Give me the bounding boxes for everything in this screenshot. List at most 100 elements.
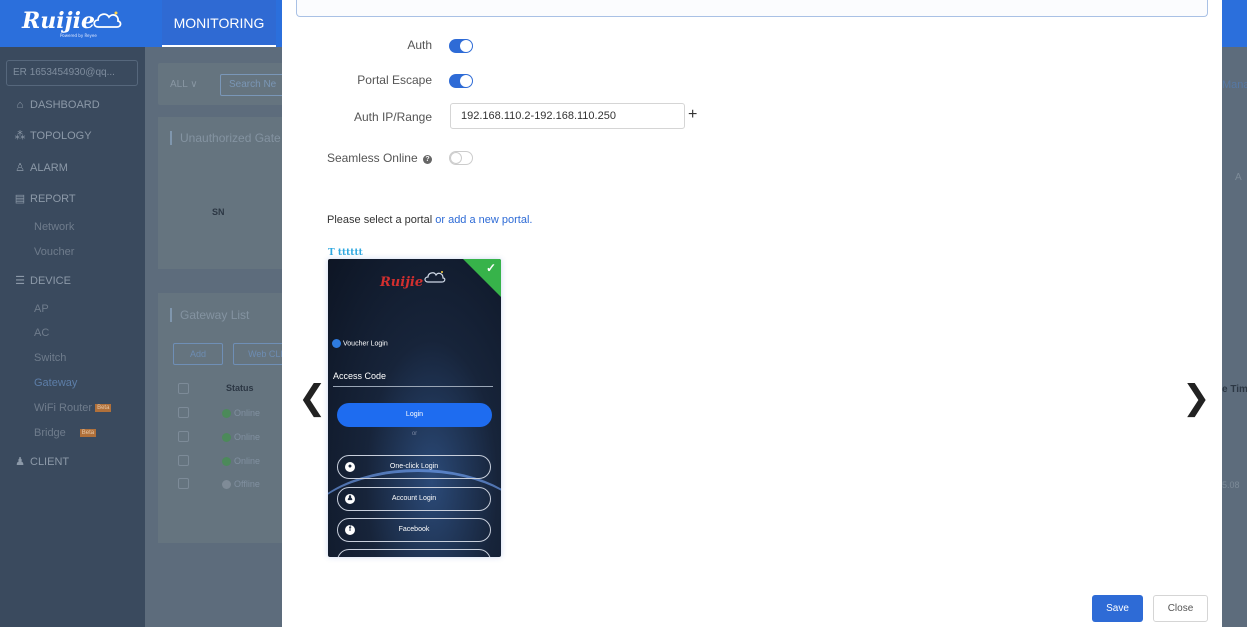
sidebar-item-wifi-router[interactable]: WiFi Router Beta — [0, 395, 145, 421]
table-row: Online — [222, 432, 261, 443]
toggle-knob — [460, 75, 472, 87]
status-column-header: Status — [226, 383, 254, 393]
client-icon: ♟ — [15, 456, 25, 468]
online-status-icon — [222, 433, 231, 443]
logo-subtitle: Powered by Reyee — [60, 33, 97, 38]
sidebar-item-label: WiFi Router — [34, 402, 93, 414]
toggle-knob — [450, 152, 462, 164]
status-text: Offline — [234, 479, 260, 489]
row-checkbox[interactable] — [178, 478, 189, 489]
auth-ip-range-input[interactable]: 192.168.110.2-192.168.110.250 — [450, 103, 685, 129]
voucher-login-label: Voucher Login — [343, 340, 388, 348]
select-all-checkbox[interactable] — [178, 383, 189, 394]
account-initials: ER — [13, 67, 27, 78]
sidebar-item-alarm[interactable]: ♙ ALARM — [0, 155, 145, 181]
seamless-online-text: Seamless Online — [326, 151, 418, 165]
portal-template-card[interactable]: Ruijie ✓ Voucher Login Access Code Login… — [328, 259, 501, 557]
account-login-label: Account Login — [391, 495, 437, 502]
table-row: Online — [222, 456, 261, 467]
auth-label: Auth — [407, 38, 432, 52]
sidebar-item-bridge[interactable]: Bridge Beta — [0, 420, 145, 446]
account-email: 1653454930@qq... — [29, 67, 115, 78]
sidebar-item-gateway[interactable]: Gateway — [0, 370, 145, 396]
sidebar-item-network[interactable]: Network — [0, 214, 145, 240]
voucher-icon — [332, 339, 341, 348]
table-row: Online — [222, 408, 260, 419]
sidebar-item-label: DEVICE — [30, 275, 71, 287]
one-click-label: One-click Login — [389, 463, 439, 470]
sn-column-header: SN — [212, 207, 225, 217]
topology-icon: ⁂ — [14, 130, 26, 142]
sidebar-item-label: CLIENT — [30, 456, 70, 468]
row-checkbox[interactable] — [178, 431, 189, 442]
one-click-login-button: ● One-click Login — [337, 455, 491, 479]
panel-title: Unauthorized Gate — [170, 131, 281, 145]
portal-ruijie-logo: Ruijie — [380, 275, 424, 290]
sidebar-item-client[interactable]: ♟ CLIENT — [0, 449, 145, 475]
sidebar-item-voucher[interactable]: Voucher — [0, 239, 145, 265]
filter-all-select[interactable]: ALL ∨ — [164, 74, 212, 96]
portal-cloud-icon — [424, 271, 446, 283]
user-icon: ♟ — [345, 494, 355, 504]
filter-all-label: ALL — [170, 79, 188, 90]
collapsed-section — [296, 0, 1208, 17]
one-click-icon: ● — [345, 462, 355, 472]
save-button[interactable]: Save — [1092, 595, 1143, 622]
card-decoration — [328, 469, 501, 557]
status-text: Online — [234, 456, 261, 466]
facebook-login-button: f Facebook — [337, 518, 491, 542]
table-row: Offline — [222, 479, 260, 490]
column-header-fragment: A — [1235, 172, 1242, 183]
portal-escape-toggle[interactable] — [449, 74, 473, 88]
portal-settings-modal: Auth Portal Escape Auth IP/Range 192.168… — [282, 0, 1222, 627]
time-column-header: e Tim — [1222, 384, 1247, 395]
portal-login-button: Login — [337, 403, 492, 427]
sidebar-item-device[interactable]: ☰ DEVICE — [0, 268, 145, 294]
auth-toggle[interactable] — [449, 39, 473, 53]
beta-badge: Beta — [95, 404, 112, 413]
sidebar-item-dashboard[interactable]: ⌂ DASHBOARD — [0, 92, 145, 118]
manage-link[interactable]: Mana — [1222, 79, 1247, 91]
alarm-icon: ♙ — [15, 162, 25, 174]
select-portal-label: Please select a portal — [327, 214, 433, 226]
online-status-icon — [222, 409, 231, 419]
sidebar-item-topology[interactable]: ⁂ TOPOLOGY — [0, 123, 145, 149]
ruijie-logo[interactable]: Ruijie — [22, 8, 95, 34]
sidebar-item-ac[interactable]: AC — [0, 320, 145, 346]
sidebar-item-label: ALARM — [30, 162, 68, 174]
status-text: Online — [234, 432, 261, 442]
help-icon[interactable]: ? — [423, 155, 432, 164]
beta-badge: Beta — [79, 429, 97, 438]
facebook-icon: f — [345, 525, 355, 535]
seamless-online-label: Seamless Online ? — [282, 151, 432, 165]
add-new-portal-link[interactable]: or add a new portal. — [435, 214, 532, 226]
panel-title: Gateway List — [170, 308, 249, 322]
online-status-icon — [222, 457, 231, 467]
date-fragment: 5.08 — [1222, 480, 1240, 490]
seamless-online-toggle[interactable] — [449, 151, 473, 165]
sidebar-item-report[interactable]: ▤ REPORT — [0, 186, 145, 212]
dashboard-icon: ⌂ — [16, 99, 24, 111]
row-checkbox[interactable] — [178, 455, 189, 466]
toggle-knob — [460, 40, 472, 52]
voucher-login-row: Voucher Login — [332, 339, 388, 348]
facebook-label: Facebook — [398, 526, 430, 533]
sidebar-item-ap[interactable]: AP — [0, 296, 145, 322]
sidebar-item-label: Bridge — [34, 427, 66, 439]
check-icon: ✓ — [485, 261, 496, 275]
nav-monitoring-tab[interactable]: MONITORING — [162, 0, 276, 47]
row-checkbox[interactable] — [178, 407, 189, 418]
next-portal-arrow-icon[interactable]: ❯ — [1182, 378, 1211, 418]
sidebar-item-label: DASHBOARD — [30, 99, 100, 111]
offline-status-icon — [222, 480, 231, 490]
close-button[interactable]: Close — [1153, 595, 1208, 622]
add-ip-range-button[interactable]: + — [688, 106, 697, 124]
sidebar-item-switch[interactable]: Switch — [0, 345, 145, 371]
account-selector[interactable]: ER 1653454930@qq... — [6, 60, 138, 86]
previous-portal-arrow-icon[interactable]: ❮ — [298, 378, 327, 418]
portal-name: T tttttt — [328, 248, 363, 258]
access-code-underline — [333, 386, 493, 387]
auth-ip-range-label: Auth IP/Range — [353, 110, 432, 124]
add-gateway-button[interactable]: Add — [173, 343, 223, 365]
or-divider: or — [411, 431, 418, 437]
